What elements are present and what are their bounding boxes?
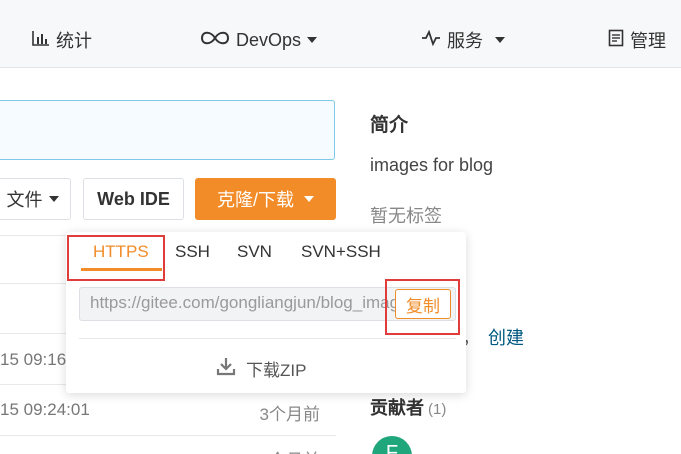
contributors-label: 贡献者 <box>370 398 424 418</box>
file-button[interactable]: 文件 <box>0 178 71 220</box>
download-icon <box>216 356 236 381</box>
commit-time: 15 09:16 <box>0 350 67 369</box>
clone-dropdown: HTTPS SSH SVN SVN+SSH https://gitee.com/… <box>66 232 466 393</box>
chevron-down-icon <box>48 196 59 202</box>
nav-services[interactable]: 服务 <box>421 26 505 54</box>
repo-description-input[interactable] <box>0 100 335 160</box>
intro-heading: 简介 <box>370 115 409 136</box>
divider <box>0 435 336 436</box>
nav-stats[interactable]: 统计 <box>32 26 92 54</box>
repo-tags: 暂无标签 <box>370 206 442 226</box>
create-link[interactable]: 创建 <box>488 324 524 350</box>
nav-manage-label: 管理 <box>630 31 666 51</box>
bar-chart-icon <box>32 30 50 51</box>
chevron-down-icon <box>495 37 505 43</box>
contributors-heading: 贡献者 (1) <box>370 394 446 420</box>
avatar-letter: F <box>385 442 399 454</box>
web-ide-button[interactable]: Web IDE <box>83 178 184 220</box>
highlight-box-https <box>67 235 165 281</box>
nav-stats-label: 统计 <box>56 31 92 51</box>
commit-ago: 个月前 <box>269 446 320 454</box>
nav-manage[interactable]: 管理 <box>608 26 666 54</box>
download-zip-label: 下载ZIP <box>246 361 307 380</box>
tab-ssh[interactable]: SSH <box>175 242 210 262</box>
clipboard-icon <box>608 29 624 52</box>
infinity-icon <box>200 30 230 51</box>
commit-ago: 3个月前 <box>259 405 320 424</box>
download-zip-button[interactable]: 下载ZIP <box>216 356 306 381</box>
nav-devops-label: DevOps <box>236 29 302 50</box>
highlight-box-copy <box>385 279 460 335</box>
commit-time: 15 09:24:01 <box>0 400 90 419</box>
tab-svn-ssh[interactable]: SVN+SSH <box>301 242 381 262</box>
divider <box>79 338 456 339</box>
contributors-count: (1) <box>428 401 447 418</box>
nav-services-label: 服务 <box>447 31 483 51</box>
file-button-label: 文件 <box>6 190 43 210</box>
pulse-icon <box>421 29 441 51</box>
clone-download-label: 克隆/下载 <box>216 190 294 210</box>
chevron-down-icon <box>304 196 314 202</box>
web-ide-label: Web IDE <box>97 188 170 209</box>
top-nav: 统计 DevOps 服务 管理 <box>0 0 681 68</box>
tab-svn[interactable]: SVN <box>237 242 272 262</box>
nav-devops[interactable]: DevOps <box>200 26 318 54</box>
clone-download-button[interactable]: 克隆/下载 <box>195 178 336 220</box>
chevron-down-icon <box>307 37 318 43</box>
repo-description: images for blog <box>370 155 494 175</box>
avatar[interactable]: F <box>372 436 412 454</box>
